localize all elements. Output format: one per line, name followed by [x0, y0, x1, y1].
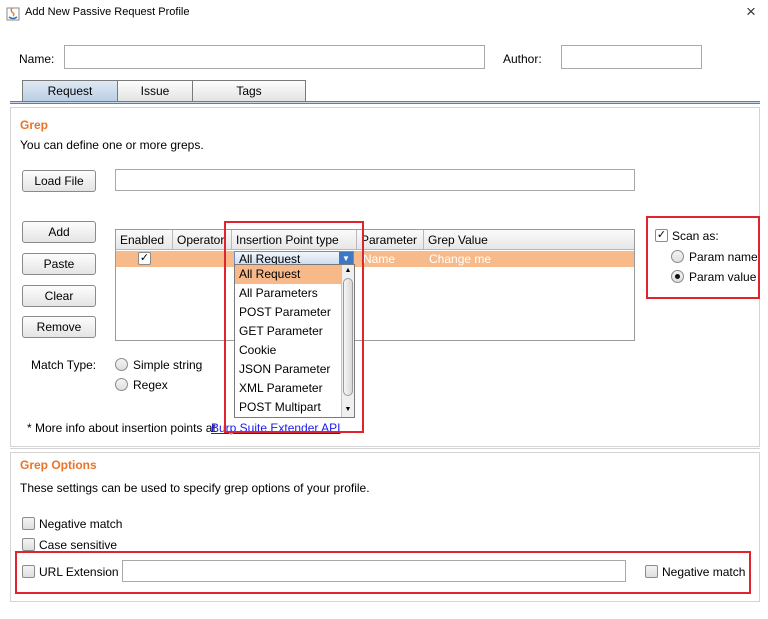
regex-radio[interactable] — [115, 378, 128, 391]
option-label: POST Multipart — [239, 400, 321, 414]
column-grep-value-label: Grep Value — [428, 233, 488, 247]
scroll-up-icon[interactable]: ▲ — [342, 265, 354, 277]
regex-label: Regex — [133, 378, 168, 392]
url-negative-match-label: Negative match — [662, 565, 746, 579]
load-file-path-field[interactable] — [115, 169, 635, 191]
java-app-icon — [6, 7, 20, 21]
tab-request[interactable]: Request — [22, 80, 118, 102]
match-type-label: Match Type: — [31, 358, 97, 372]
table-header: Enabled Operator Insertion Point type Pa… — [116, 230, 634, 250]
param-name-radio[interactable] — [671, 250, 684, 263]
remove-button-label: Remove — [36, 320, 82, 334]
scan-as-label: Scan as: — [672, 229, 719, 243]
tab-issue[interactable]: Issue — [117, 80, 193, 102]
clear-button[interactable]: Clear — [22, 285, 96, 307]
tab-tags[interactable]: Tags — [192, 80, 306, 102]
insertion-point-dropdown[interactable]: All Request All Parameters POST Paramete… — [234, 264, 355, 418]
column-header-parameter[interactable]: Parameter — [357, 230, 424, 250]
grep-title: Grep — [20, 118, 49, 132]
param-value-radio[interactable] — [671, 270, 684, 283]
column-header-enabled[interactable]: Enabled — [116, 230, 173, 250]
option-label: All Request — [239, 267, 301, 281]
case-sensitive-checkbox[interactable] — [22, 538, 35, 551]
paste-button[interactable]: Paste — [22, 253, 96, 275]
column-enabled-label: Enabled — [120, 233, 165, 247]
param-value-label: Param value — [689, 270, 757, 284]
dropdown-option-all-parameters[interactable]: All Parameters — [235, 284, 341, 303]
grep-options-description: These settings can be used to specify gr… — [20, 481, 370, 495]
table-row[interactable]: ✓ All Request ▼ Name Change me — [116, 251, 634, 267]
load-file-button-label: Load File — [34, 174, 84, 188]
scrollbar-thumb[interactable] — [343, 278, 353, 396]
dropdown-scrollbar[interactable]: ▲ ▼ — [341, 265, 354, 417]
simple-string-radio[interactable] — [115, 358, 128, 371]
url-extension-label: URL Extension — [39, 565, 119, 579]
column-insertion-point-label: Insertion Point type — [236, 233, 339, 247]
paste-button-label: Paste — [43, 257, 75, 271]
column-header-grep-value[interactable]: Grep Value — [424, 230, 634, 250]
url-negative-match-checkbox[interactable] — [645, 565, 658, 578]
dropdown-option-post-multipart[interactable]: POST Multipart — [235, 398, 341, 417]
option-label: XML Parameter — [239, 381, 323, 395]
title-bar: Add New Passive Request Profile × — [0, 0, 768, 26]
clear-button-label: Clear — [44, 289, 74, 303]
option-label: Cookie — [239, 343, 277, 357]
add-button-label: Add — [48, 225, 70, 239]
row-grep-value: Change me — [429, 252, 492, 266]
dropdown-option-all-request[interactable]: All Request — [235, 265, 341, 284]
url-extension-checkbox[interactable] — [22, 565, 35, 578]
case-sensitive-label: Case sensitive — [39, 538, 118, 552]
add-button[interactable]: Add — [22, 221, 96, 243]
dropdown-option-post-parameter[interactable]: POST Parameter — [235, 303, 341, 322]
option-label: JSON Parameter — [239, 362, 331, 376]
grep-table[interactable]: Enabled Operator Insertion Point type Pa… — [115, 229, 635, 341]
author-field[interactable] — [561, 45, 702, 69]
dropdown-option-json-parameter[interactable]: JSON Parameter — [235, 360, 341, 379]
simple-string-label: Simple string — [133, 358, 203, 372]
option-label: GET Parameter — [239, 324, 323, 338]
negative-match-checkbox[interactable] — [22, 517, 35, 530]
section-divider — [10, 448, 760, 449]
column-parameter-label: Parameter — [361, 233, 418, 247]
scroll-down-icon[interactable]: ▼ — [342, 404, 354, 416]
scan-as-checkbox[interactable]: ✓ — [655, 229, 668, 242]
tab-tags-label: Tags — [236, 84, 262, 98]
column-header-operator[interactable]: Operator — [173, 230, 232, 250]
row-parameter-value: Name — [363, 252, 396, 266]
param-name-label: Param name — [689, 250, 758, 264]
tab-request-label: Request — [47, 84, 93, 98]
load-file-button[interactable]: Load File — [22, 170, 96, 192]
name-label: Name: — [19, 52, 55, 66]
name-field[interactable] — [64, 45, 485, 69]
dropdown-option-xml-parameter[interactable]: XML Parameter — [235, 379, 341, 398]
dropdown-list: All Request All Parameters POST Paramete… — [235, 265, 341, 417]
burp-extender-api-link[interactable]: Burp Suite Extender API — [211, 421, 340, 435]
close-icon[interactable]: × — [746, 2, 756, 22]
option-label: All Parameters — [239, 286, 318, 300]
dropdown-option-cookie[interactable]: Cookie — [235, 341, 341, 360]
grep-description: You can define one or more greps. — [20, 138, 204, 152]
row-enabled-checkbox[interactable]: ✓ — [138, 252, 151, 265]
tab-underline — [10, 101, 760, 104]
tab-issue-label: Issue — [140, 84, 170, 98]
negative-match-label: Negative match — [39, 517, 123, 531]
insertion-points-note: * More info about insertion points at — [27, 421, 216, 435]
window-title: Add New Passive Request Profile — [25, 6, 190, 18]
grep-options-title: Grep Options — [20, 458, 97, 472]
column-header-insertion-point[interactable]: Insertion Point type — [232, 230, 357, 250]
dropdown-option-get-parameter[interactable]: GET Parameter — [235, 322, 341, 341]
option-label: POST Parameter — [239, 305, 331, 319]
url-extension-field[interactable] — [122, 560, 626, 582]
author-label: Author: — [503, 52, 542, 66]
column-operator-label: Operator — [177, 233, 225, 247]
remove-button[interactable]: Remove — [22, 316, 96, 338]
